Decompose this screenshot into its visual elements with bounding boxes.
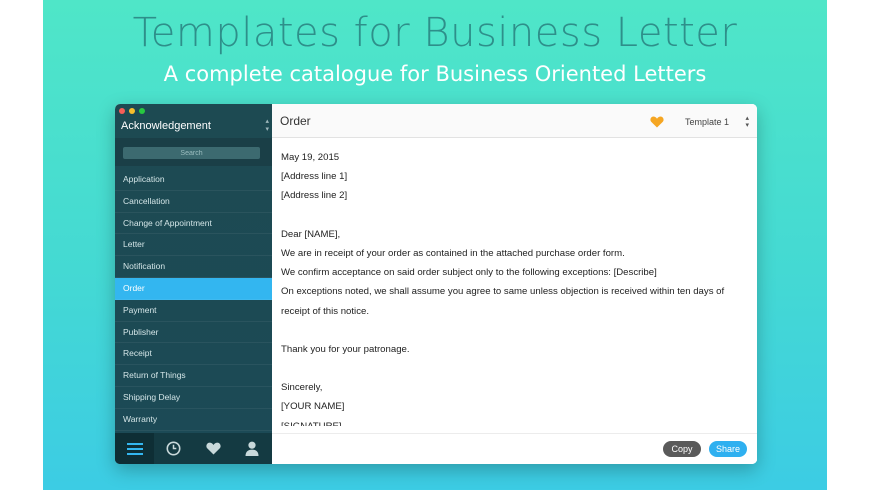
- document-footer: Copy Share: [272, 433, 757, 464]
- heart-icon: [206, 442, 221, 455]
- zoom-window-button[interactable]: [139, 108, 145, 114]
- letter-spacer: [281, 321, 747, 340]
- letter-address-line-2: [Address line 2]: [281, 190, 348, 202]
- heart-icon: [650, 116, 664, 128]
- tab-history[interactable]: [154, 433, 193, 464]
- document-title: Order: [280, 114, 311, 128]
- letter-spacer: [281, 359, 747, 378]
- tab-profile[interactable]: [233, 433, 272, 464]
- close-window-button[interactable]: [119, 108, 125, 114]
- letter-paragraph-1: We are in receipt of your order as conta…: [281, 247, 625, 259]
- user-icon: [245, 441, 259, 456]
- sidebar-item-shipping-delay[interactable]: Shipping Delay: [115, 387, 272, 409]
- hero-subtitle: A complete catalogue for Business Orient…: [163, 62, 707, 86]
- sidebar-item-return-of-things[interactable]: Return of Things: [115, 365, 272, 387]
- letter-date: May 19, 2015: [281, 152, 340, 163]
- document-pane: Order Template 1 ▴ ▾ May 19, 2015 [Addres…: [272, 104, 757, 464]
- letter-paragraph-3-cont: receipt of this notice.: [281, 305, 369, 317]
- letter-thanks: Thank you for your patronage.: [281, 343, 410, 355]
- letter-address-line-1: [Address line 1]: [281, 171, 348, 183]
- updown-chevron-icon: ▴ ▾: [745, 115, 749, 129]
- sidebar-item-receipt[interactable]: Receipt: [115, 343, 272, 366]
- sidebar-item-letter[interactable]: Letter: [115, 234, 272, 257]
- hero-title: Templates for Business Letter: [132, 10, 738, 56]
- letter-your-name: [YOUR NAME]: [281, 401, 345, 413]
- sidebar-item-payment[interactable]: Payment: [115, 300, 272, 322]
- letter-type-list: Application Cancellation Change of Appoi…: [115, 169, 272, 431]
- search-bar: [115, 138, 272, 166]
- letter-spacer: [281, 206, 747, 225]
- share-button[interactable]: Share: [709, 441, 747, 457]
- favorite-button[interactable]: [650, 115, 664, 133]
- sidebar-item-order[interactable]: Order: [115, 277, 272, 300]
- tab-templates[interactable]: [115, 433, 155, 464]
- letter-paragraph-3: On exceptions noted, we shall assume you…: [281, 286, 725, 298]
- sidebar-item-warranty[interactable]: Warranty: [115, 409, 272, 431]
- sidebar-item-publisher[interactable]: Publisher: [115, 322, 272, 344]
- sidebar: Acknowledgement ▴▾ Application Cancellat…: [115, 104, 272, 464]
- letter-greeting: Dear [NAME],: [281, 228, 341, 240]
- letter-signature: [SIGNATURE]: [281, 417, 747, 426]
- list-icon: [126, 442, 143, 455]
- sidebar-item-application[interactable]: Application: [115, 169, 272, 191]
- promo-background: Templates for Business Letter A complete…: [43, 0, 827, 490]
- letter-body[interactable]: May 19, 2015 [Address line 1] [Address l…: [281, 148, 747, 426]
- template-select[interactable]: Template 1 ▴ ▾: [685, 115, 749, 129]
- clock-icon: [166, 441, 181, 456]
- tab-favorites[interactable]: [194, 433, 233, 464]
- minimize-window-button[interactable]: [129, 108, 135, 114]
- document-header: Order Template 1 ▴ ▾: [272, 104, 757, 138]
- category-select[interactable]: Acknowledgement ▴ ▾: [121, 118, 269, 134]
- window-controls: [119, 108, 145, 114]
- updown-chevron-icon: ▴ ▾: [265, 118, 269, 133]
- app-window: Acknowledgement ▴▾ Application Cancellat…: [115, 104, 757, 464]
- bottom-tab-bar: [115, 433, 272, 464]
- letter-closing: Sincerely,: [281, 382, 323, 394]
- template-select-label: Template 1: [685, 117, 730, 127]
- sidebar-item-cancellation[interactable]: Cancellation: [115, 191, 272, 213]
- sidebar-item-notification[interactable]: Notification: [115, 256, 272, 278]
- letter-paragraph-2: We confirm acceptance on said order subj…: [281, 267, 657, 279]
- sidebar-item-change-of-appointment[interactable]: Change of Appointment: [115, 213, 272, 235]
- search-input[interactable]: [123, 147, 260, 159]
- category-select-label: Acknowledgement: [121, 120, 211, 132]
- copy-button[interactable]: Copy: [663, 441, 701, 457]
